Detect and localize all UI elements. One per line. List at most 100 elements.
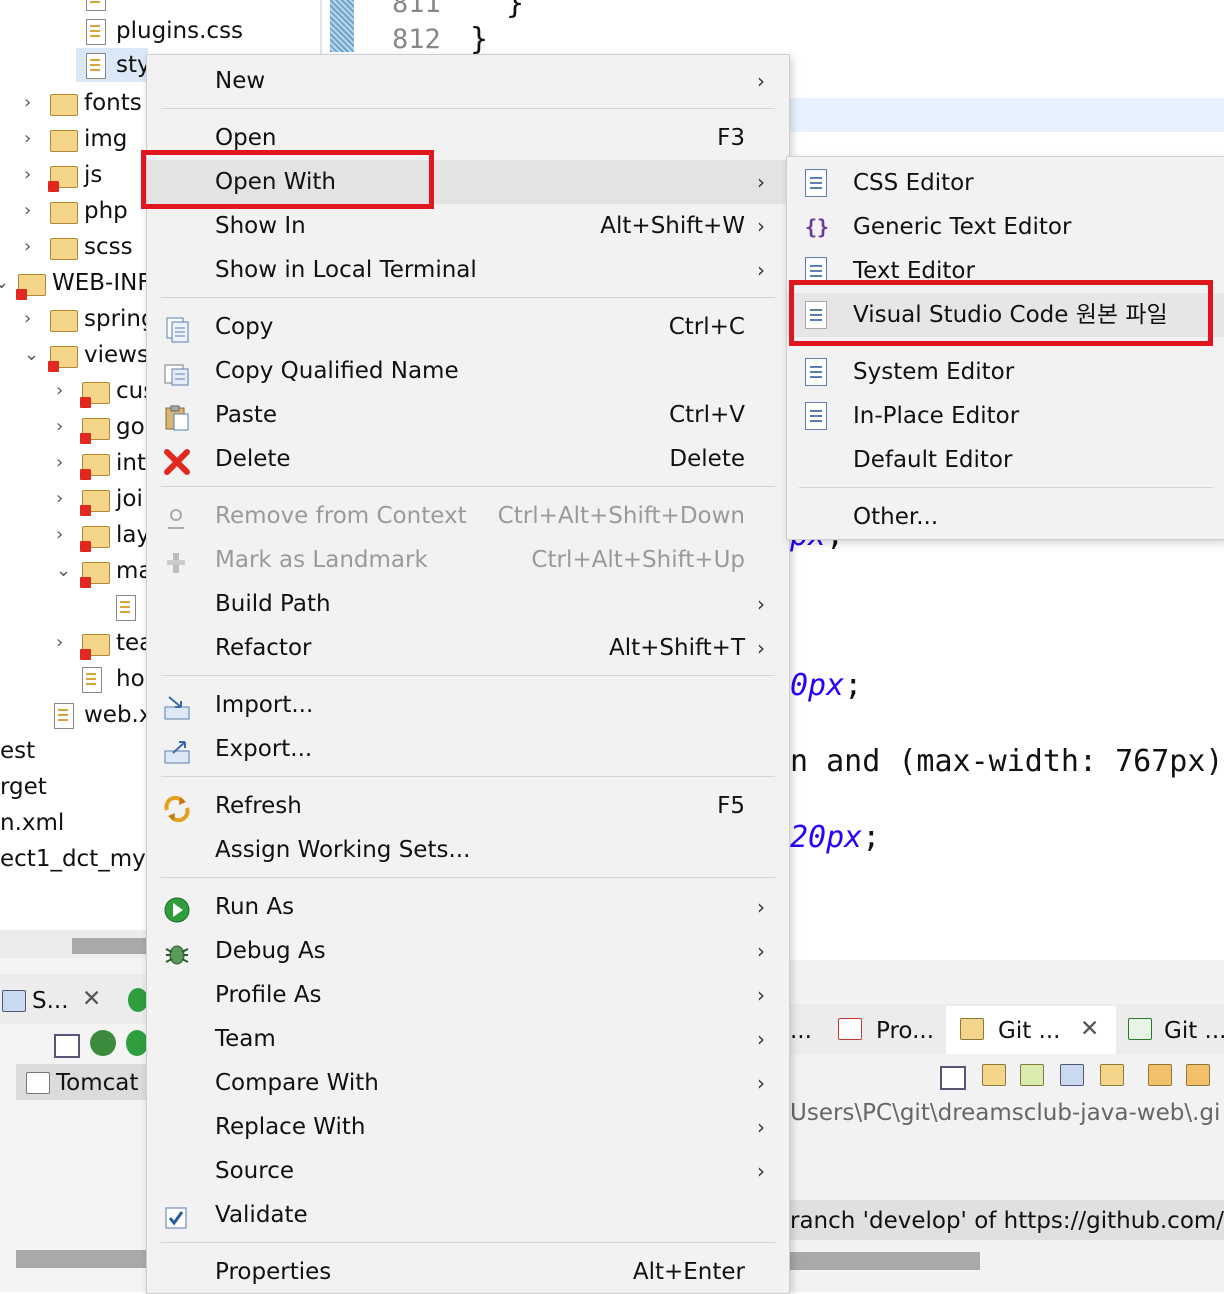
chevron-right-icon[interactable]: › [24,86,40,120]
menu-item-show-in[interactable]: Show In Alt+Shift+W › [147,204,789,248]
link-with-selection-icon[interactable] [1186,1064,1210,1086]
run-icon[interactable] [126,1030,148,1056]
menu-item-paste[interactable]: Paste Ctrl+V [147,393,789,437]
run-icon [163,894,191,923]
tree-item-styles-css[interactable]: sty [76,48,151,82]
folder-error-icon [80,562,110,588]
tomcat-server-label: Tomcat v [56,1070,160,1096]
submenu-item-in-place-editor[interactable]: In-Place Editor [787,394,1224,438]
chevron-right-icon[interactable]: › [24,158,40,192]
folder-error-icon [80,634,110,660]
close-tab-icon[interactable]: ✕ [82,986,101,1012]
chevron-right-icon: › [757,170,765,194]
menu-item-assign-working-sets[interactable]: Assign Working Sets... [147,828,789,872]
explorer-horizontal-scrollbar[interactable] [72,938,146,954]
css-editor-icon [805,169,827,197]
checkbox-checked-icon [163,1202,191,1229]
menu-item-mark-as-landmark[interactable]: Mark as Landmark Ctrl+Alt+Shift+Up [147,538,789,582]
chevron-right-icon: › [757,1115,765,1139]
menu-item-remove-from-context[interactable]: Remove from Context Ctrl+Alt+Shift+Down [147,494,789,538]
menu-item-compare-with[interactable]: Compare With › [147,1061,789,1105]
servers-scrollbar[interactable] [16,1250,148,1268]
collapse-all-icon[interactable] [940,1066,966,1090]
menu-item-source[interactable]: Source › [147,1149,789,1193]
chevron-right-icon: › [757,895,765,919]
menu-item-validate[interactable]: Validate [147,1193,789,1237]
tomcat-server-icon [26,1072,50,1094]
debug-icon[interactable] [90,1030,116,1056]
menu-item-team[interactable]: Team › [147,1017,789,1061]
chevron-right-icon[interactable]: › [24,194,40,228]
refresh-icon[interactable] [1148,1064,1172,1086]
tree-item-pom-xml[interactable]: n.xml [0,806,64,840]
menu-item-properties[interactable]: Properties Alt+Enter [147,1250,789,1294]
submenu-item-default-editor[interactable]: Default Editor [787,438,1224,482]
chevron-down-icon[interactable]: ⌄ [56,554,72,588]
folder-error-icon [80,454,110,480]
menu-item-refactor[interactable]: Refactor Alt+Shift+T › [147,626,789,670]
create-repository-icon[interactable] [1060,1064,1084,1086]
submenu-item-css-editor[interactable]: CSS Editor [787,161,1224,205]
menu-item-replace-with[interactable]: Replace With › [147,1105,789,1149]
add-repository-icon[interactable] [982,1064,1006,1086]
new-repository-icon[interactable] [1100,1064,1124,1086]
line-number: 812 [392,24,441,55]
git-repositories-tab[interactable]: Git ... [998,1018,1060,1044]
tree-item-test[interactable]: est [0,734,35,768]
chevron-right-icon[interactable]: › [56,446,72,480]
chevron-right-icon[interactable]: › [24,122,40,156]
menu-separator [161,486,775,487]
menu-item-show-in-local-terminal[interactable]: Show in Local Terminal › [147,248,789,292]
collapse-icon[interactable] [54,1034,80,1058]
progress-tab[interactable]: Pro... [876,1018,934,1044]
menu-item-refresh[interactable]: Refresh F5 [147,784,789,828]
repository-path: Users\PC\git\dreamsclub-java-web\.gi [790,1100,1221,1126]
chevron-right-icon[interactable]: › [56,626,72,660]
menu-item-debug-as[interactable]: Debug As › [147,929,789,973]
submenu-item-other[interactable]: Other... [787,495,1224,539]
tree-item-label: rget [0,774,47,800]
menu-item-export[interactable]: Export... [147,727,789,771]
menu-item-copy[interactable]: Copy Ctrl+C [147,305,789,349]
system-editor-icon [805,358,827,386]
tab-overflow[interactable]: ... [790,1018,812,1044]
chevron-down-icon[interactable]: ⌄ [24,338,40,372]
menu-item-new[interactable]: New › [147,59,789,103]
menu-item-run-as[interactable]: Run As › [147,885,789,929]
chevron-right-icon: › [757,1071,765,1095]
folder-error-icon [48,166,78,192]
generic-editor-braces-icon: {} [805,215,830,239]
chevron-right-icon[interactable]: › [56,518,72,552]
tree-item-target[interactable]: rget [0,770,47,804]
chevron-right-icon: › [757,69,765,93]
menu-item-copy-qualified-name[interactable]: Copy Qualified Name [147,349,789,393]
clone-repository-icon[interactable] [1020,1064,1044,1086]
folder-error-icon [80,490,110,516]
chevron-right-icon[interactable]: › [24,302,40,336]
git-scrollbar[interactable] [788,1252,980,1270]
menu-separator [161,675,775,676]
chevron-right-icon: › [757,939,765,963]
chevron-right-icon[interactable]: › [56,482,72,516]
chevron-right-icon[interactable]: › [56,374,72,408]
file-icon [86,0,106,11]
submenu-item-generic-text-editor[interactable]: {} Generic Text Editor [787,205,1224,249]
servers-tab[interactable]: S... [32,988,69,1014]
servers-icon [2,990,26,1012]
tree-item-label: lay [116,522,151,548]
menu-item-build-path[interactable]: Build Path › [147,582,789,626]
menu-item-delete[interactable]: Delete Delete [147,437,789,481]
spring-icon[interactable] [128,988,148,1012]
tree-item-label: int [116,450,146,476]
editor-border [320,0,322,60]
chevron-right-icon[interactable]: › [24,230,40,264]
menu-item-import[interactable]: Import... [147,683,789,727]
close-tab-icon[interactable]: ✕ [1080,1016,1099,1042]
chevron-down-icon[interactable]: ⌄ [0,266,10,300]
submenu-item-system-editor[interactable]: System Editor [787,350,1224,394]
project-explorer: plugins.css sty › fonts › img › js › php… [0,0,243,930]
code-line-811: } [506,0,525,21]
chevron-right-icon[interactable]: › [56,410,72,444]
git-staging-tab[interactable]: Git ... [1164,1018,1224,1044]
menu-item-profile-as[interactable]: Profile As › [147,973,789,1017]
